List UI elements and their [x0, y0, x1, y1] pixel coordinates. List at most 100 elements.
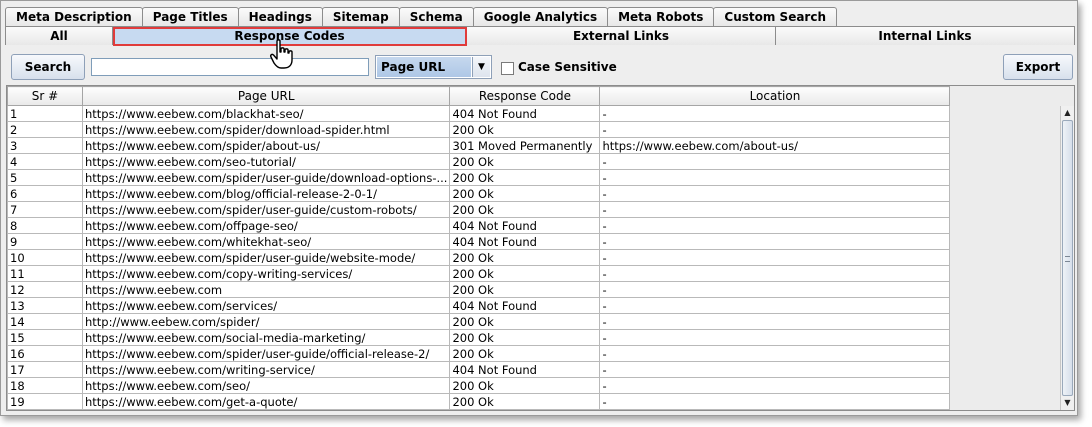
column-header-location[interactable]: Location	[599, 86, 951, 106]
column-header-page-url[interactable]: Page URL	[81, 86, 451, 106]
cell-page-url: https://www.eebew.com	[81, 281, 451, 298]
cell-location: -	[599, 329, 951, 346]
cell-page-url: https://www.eebew.com/seo-tutorial/	[81, 153, 451, 170]
cell-response-code: 200 Ok	[449, 169, 601, 186]
cell-sr: 12	[7, 281, 83, 298]
scroll-down-arrow-icon[interactable]: ▼	[1061, 396, 1074, 410]
cell-location: -	[599, 377, 951, 394]
seo-spider-window: Meta Description Page Titles Headings Si…	[0, 0, 1078, 416]
scrollbar-thumb[interactable]	[1062, 120, 1073, 396]
column-header-sr[interactable]: Sr #	[7, 86, 83, 106]
table-row[interactable]: 7 https://www.eebew.com/spider/user-guide…	[7, 201, 951, 218]
hand-pointer-icon	[270, 39, 293, 69]
cell-location: -	[599, 201, 951, 218]
cell-sr: 19	[7, 393, 83, 410]
primary-tab-bar: Meta Description Page Titles Headings Si…	[5, 7, 837, 27]
cell-sr: 13	[7, 297, 83, 314]
cell-sr: 10	[7, 249, 83, 266]
cell-location: -	[599, 281, 951, 298]
filter-column-select[interactable]: Page URL ▼	[375, 55, 492, 79]
cell-response-code: 404 Not Found	[449, 297, 601, 314]
tab-all[interactable]: All	[5, 26, 113, 45]
cell-page-url: https://www.eebew.com/writing-service/	[81, 361, 451, 378]
cell-location: -	[599, 249, 951, 266]
cell-page-url: https://www.eebew.com/spider/download-sp…	[81, 121, 451, 138]
cell-sr: 3	[7, 137, 83, 154]
tab-meta-robots[interactable]: Meta Robots	[607, 7, 715, 27]
cell-sr: 15	[7, 329, 83, 346]
cell-sr: 1	[7, 105, 83, 122]
cell-page-url: https://www.eebew.com/whitekhat-seo/	[81, 233, 451, 250]
table-row[interactable]: 16 https://www.eebew.com/spider/user-guid…	[7, 345, 951, 362]
table-row[interactable]: 9 https://www.eebew.com/whitekhat-seo/404…	[7, 233, 951, 250]
cell-sr: 9	[7, 233, 83, 250]
cell-response-code: 200 Ok	[449, 265, 601, 282]
filter-column-value: Page URL	[377, 57, 471, 77]
cell-sr: 7	[7, 201, 83, 218]
cell-response-code: 200 Ok	[449, 249, 601, 266]
table-row[interactable]: 4 https://www.eebew.com/seo-tutorial/200 …	[7, 153, 951, 170]
cell-location: -	[599, 297, 951, 314]
cell-sr: 4	[7, 153, 83, 170]
tab-headings[interactable]: Headings	[237, 7, 323, 27]
table-row[interactable]: 12 https://www.eebew.com 200 Ok -	[7, 281, 951, 298]
cell-response-code: 200 Ok	[449, 329, 601, 346]
cell-response-code: 200 Ok	[449, 281, 601, 298]
case-sensitive-checkbox[interactable]	[501, 62, 514, 75]
cell-response-code: 404 Not Found	[449, 217, 601, 234]
tab-page-titles[interactable]: Page Titles	[141, 7, 239, 27]
secondary-tab-bar: All Response Codes External Links Intern…	[5, 26, 1075, 45]
cell-page-url: https://www.eebew.com/services/	[81, 297, 451, 314]
column-header-response-code[interactable]: Response Code	[449, 86, 601, 106]
cell-sr: 17	[7, 361, 83, 378]
search-input[interactable]	[91, 58, 369, 76]
case-sensitive-label: Case Sensitive	[518, 60, 617, 74]
cell-page-url: http://www.eebew.com/spider/	[81, 313, 451, 330]
table-row[interactable]: 11 https://www.eebew.com/copy-writing-ser…	[7, 265, 951, 282]
table-row[interactable]: 10 https://www.eebew.com/spider/user-guid…	[7, 249, 951, 266]
cell-response-code: 200 Ok	[449, 153, 601, 170]
tab-meta-description[interactable]: Meta Description	[5, 7, 143, 27]
table-row[interactable]: 14 http://www.eebew.com/spider/200 Ok -	[7, 313, 951, 330]
export-button[interactable]: Export	[1003, 54, 1073, 80]
scroll-up-arrow-icon[interactable]: ▲	[1061, 106, 1074, 120]
tab-google-analytics[interactable]: Google Analytics	[472, 7, 609, 27]
cell-location: -	[599, 105, 951, 122]
cell-response-code: 404 Not Found	[449, 105, 601, 122]
table-row[interactable]: 19 https://www.eebew.com/get-a-quote/200 …	[7, 393, 951, 410]
cell-response-code: 200 Ok	[449, 377, 601, 394]
tab-schema[interactable]: Schema	[398, 7, 474, 27]
cell-response-code: 200 Ok	[449, 345, 601, 362]
table-row[interactable]: 13 https://www.eebew.com/services/404 Not…	[7, 297, 951, 314]
cell-location: -	[599, 121, 951, 138]
vertical-scrollbar[interactable]: ▲ ▼	[1060, 106, 1074, 410]
cell-response-code: 200 Ok	[449, 393, 601, 410]
table-row[interactable]: 3 https://www.eebew.com/spider/about-us/3…	[7, 137, 951, 154]
cell-response-code: 404 Not Found	[449, 361, 601, 378]
chevron-down-icon[interactable]: ▼	[472, 57, 490, 77]
cell-page-url: https://www.eebew.com/spider/user-guide/…	[81, 345, 451, 362]
cell-location: -	[599, 185, 951, 202]
table-row[interactable]: 5 https://www.eebew.com/spider/user-guide…	[7, 169, 951, 186]
table-row[interactable]: 17 https://www.eebew.com/writing-service/…	[7, 361, 951, 378]
table-row[interactable]: 1 https://www.eebew.com/blackhat-seo/404 …	[7, 105, 951, 122]
table-row[interactable]: 6 https://www.eebew.com/blog/official-rel…	[7, 185, 951, 202]
table-header-row: Sr # Page URL Response Code Location	[7, 86, 951, 106]
tab-internal-links[interactable]: Internal Links	[775, 26, 1075, 45]
tab-external-links[interactable]: External Links	[466, 26, 776, 45]
table-row[interactable]: 2 https://www.eebew.com/spider/download-s…	[7, 121, 951, 138]
tab-sitemap[interactable]: Sitemap	[321, 7, 400, 27]
cell-sr: 6	[7, 185, 83, 202]
cell-response-code: 200 Ok	[449, 185, 601, 202]
cell-response-code: 200 Ok	[449, 201, 601, 218]
cell-page-url: https://www.eebew.com/social-media-marke…	[81, 329, 451, 346]
table-row[interactable]: 18 https://www.eebew.com/seo/200 Ok -	[7, 377, 951, 394]
cell-page-url: https://www.eebew.com/spider/user-guide/…	[81, 249, 451, 266]
cell-response-code: 301 Moved Permanently	[449, 137, 601, 154]
search-button[interactable]: Search	[11, 54, 85, 80]
results-table-frame: Sr # Page URL Response Code Location 1 ht…	[6, 85, 1075, 411]
tab-custom-search[interactable]: Custom Search	[713, 7, 837, 27]
table-row[interactable]: 8 https://www.eebew.com/offpage-seo/404 N…	[7, 217, 951, 234]
cell-sr: 18	[7, 377, 83, 394]
table-row[interactable]: 15 https://www.eebew.com/social-media-mar…	[7, 329, 951, 346]
